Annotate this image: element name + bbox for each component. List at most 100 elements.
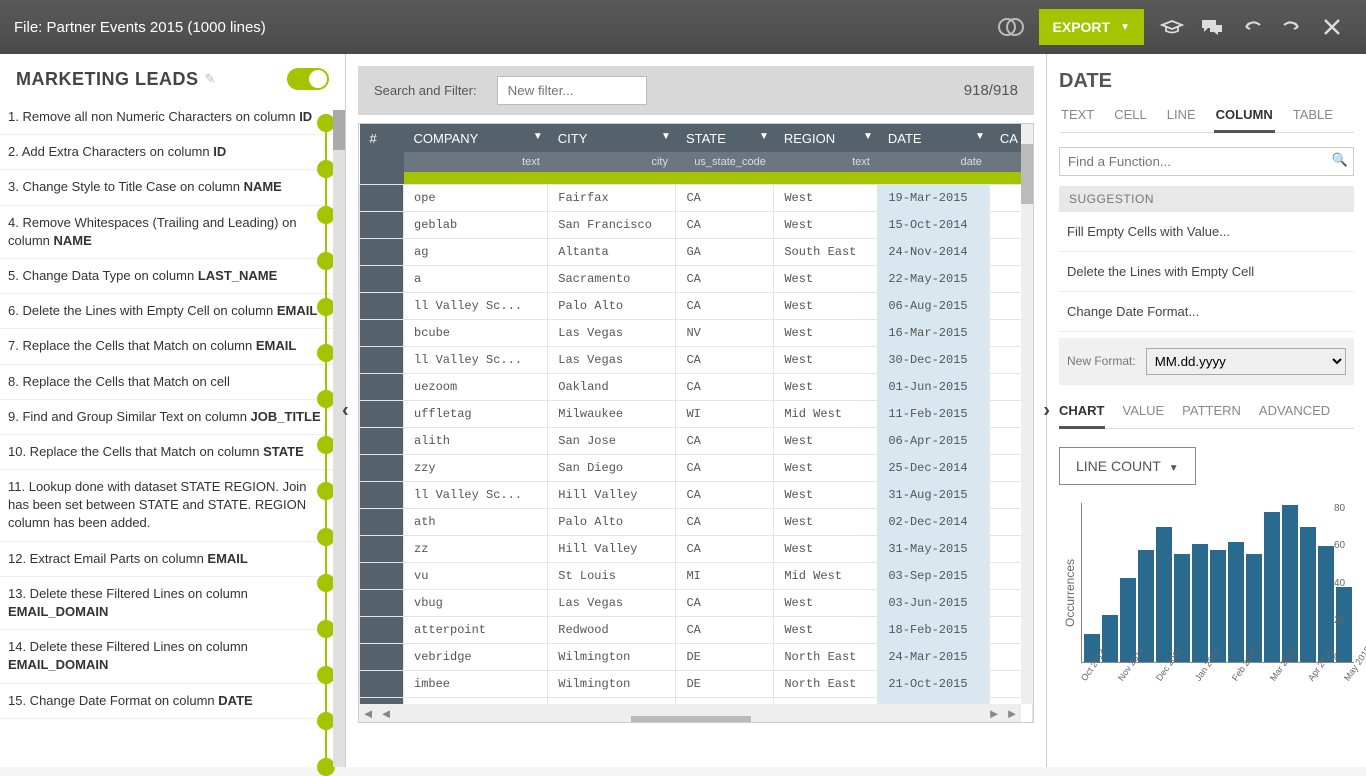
recipe-step[interactable]: 15. Change Date Format on column DATE — [0, 684, 335, 719]
recipe-toggle[interactable] — [287, 68, 329, 90]
recipe-step[interactable]: 6. Delete the Lines with Empty Cell on c… — [0, 294, 335, 329]
close-icon[interactable] — [1312, 7, 1352, 47]
undo-icon[interactable] — [1232, 7, 1272, 47]
column-header[interactable]: # — [360, 124, 404, 152]
recipe-step[interactable]: 4. Remove Whitespaces (Trailing and Lead… — [0, 206, 335, 259]
table-row[interactable]: uffletagMilwaukeeWIMid West11-Feb-2015 — [360, 400, 1033, 427]
scope-tab[interactable]: CELL — [1112, 103, 1149, 132]
column-menu-icon[interactable]: ▼ — [661, 131, 671, 142]
chart-tab[interactable]: CHART — [1059, 399, 1105, 429]
table-row[interactable]: geblabSan FranciscoCAWest15-Oct-2014 — [360, 211, 1033, 238]
recipe-step[interactable]: 2. Add Extra Characters on column ID — [0, 135, 335, 170]
chart-ytick: 60 — [1334, 540, 1354, 551]
chart-tab[interactable]: VALUE — [1123, 399, 1165, 428]
chart-ytick: 20 — [1334, 615, 1354, 626]
filter-input[interactable] — [497, 76, 647, 105]
chart-bar — [1228, 542, 1244, 662]
scope-tab[interactable]: TEXT — [1059, 103, 1096, 132]
venn-icon[interactable] — [991, 7, 1031, 47]
recipe-step[interactable]: 5. Change Data Type on column LAST_NAME — [0, 259, 335, 294]
graduation-icon[interactable] — [1152, 7, 1192, 47]
chat-icon[interactable] — [1192, 7, 1232, 47]
recipe-step[interactable]: 1. Remove all non Numeric Characters on … — [0, 100, 335, 135]
scope-tab[interactable]: TABLE — [1291, 103, 1335, 132]
column-header[interactable]: CITY▼ — [548, 124, 676, 152]
chart-metric-button[interactable]: LINE COUNT▼ — [1059, 447, 1196, 485]
table-row[interactable]: alithSan JoseCAWest06-Apr-2015 — [360, 427, 1033, 454]
format-select[interactable]: MM.dd.yyyy — [1146, 348, 1346, 375]
table-row[interactable]: aSacramentoCAWest22-May-2015 — [360, 265, 1033, 292]
suggestion-item[interactable]: Fill Empty Cells with Value... — [1059, 212, 1354, 252]
chart-bar — [1156, 527, 1172, 662]
column-header[interactable]: REGION▼ — [774, 124, 878, 152]
recipe-step[interactable]: 12. Extract Email Parts on column EMAIL — [0, 542, 335, 577]
table-row[interactable]: vebridgeWilmingtonDENorth East24-Mar-201… — [360, 643, 1033, 670]
table-row[interactable]: agAltantaGASouth East24-Nov-2014 — [360, 238, 1033, 265]
recipe-step[interactable]: 8. Replace the Cells that Match on cell — [0, 365, 335, 400]
search-icon[interactable]: 🔍 — [1332, 152, 1348, 168]
file-title: File: Partner Events 2015 (1000 lines) — [14, 19, 991, 36]
column-menu-icon[interactable]: ▼ — [533, 131, 543, 142]
chart-ylabel: Occurrences — [1059, 503, 1081, 683]
scope-tab[interactable]: COLUMN — [1214, 103, 1275, 133]
table-row[interactable]: uezoomOaklandCAWest01-Jun-2015 — [360, 373, 1033, 400]
table-hscroll[interactable]: ◄ ◄ ► ► — [359, 704, 1021, 722]
table-vscroll[interactable] — [1021, 124, 1033, 704]
table-row[interactable]: zzySan DiegoCAWest25-Dec-2014 — [360, 454, 1033, 481]
column-menu-icon[interactable]: ▼ — [759, 131, 769, 142]
table-row[interactable]: bcubeLas VegasNVWest16-Mar-2015 — [360, 319, 1033, 346]
chart-tab[interactable]: ADVANCED — [1259, 399, 1330, 428]
suggestion-item[interactable]: Change Date Format... — [1059, 292, 1354, 332]
collapse-right-icon[interactable]: › — [1043, 399, 1050, 422]
table-row[interactable]: athPalo AltoCAWest02-Dec-2014 — [360, 508, 1033, 535]
chart-bar — [1192, 544, 1208, 662]
recipe-step[interactable]: 3. Change Style to Title Case on column … — [0, 170, 335, 205]
collapse-left-icon[interactable]: ‹ — [342, 399, 349, 422]
export-button[interactable]: EXPORT▼ — [1039, 9, 1144, 45]
column-menu-icon[interactable]: ▼ — [975, 131, 985, 142]
column-type: date — [878, 152, 990, 172]
chart-tab[interactable]: PATTERN — [1182, 399, 1241, 428]
column-header[interactable]: DATE▼ — [878, 124, 990, 152]
recipe-step[interactable]: 11. Lookup done with dataset STATE REGIO… — [0, 470, 335, 542]
scope-tab[interactable]: LINE — [1165, 103, 1198, 132]
suggestion-header: SUGGESTION — [1059, 186, 1354, 212]
recipe-step[interactable]: 9. Find and Group Similar Text on column… — [0, 400, 335, 435]
chart-ytick: 0 — [1334, 652, 1354, 663]
chart-tabs: CHART VALUE PATTERN ADVANCED — [1059, 399, 1354, 429]
left-scrollbar[interactable] — [333, 110, 345, 767]
table-row[interactable]: ll Valley Sc...Hill ValleyCAWest31-Aug-2… — [360, 481, 1033, 508]
table-row[interactable]: ll Valley Sc...Palo AltoCAWest06-Aug-201… — [360, 292, 1033, 319]
redo-icon[interactable] — [1272, 7, 1312, 47]
chart-bar — [1246, 554, 1262, 662]
recipe-step[interactable]: 14. Delete these Filtered Lines on colum… — [0, 630, 335, 683]
scroll-right-icon[interactable]: ► — [985, 706, 1003, 721]
table-row[interactable]: atterpointRedwoodCAWest18-Feb-2015 — [360, 616, 1033, 643]
edit-icon[interactable]: ✎ — [205, 71, 216, 87]
recipe-step[interactable]: 10. Replace the Cells that Match on colu… — [0, 435, 335, 470]
table-row[interactable]: ll Valley Sc...Las VegasCAWest30-Dec-201… — [360, 346, 1033, 373]
recipe-panel: MARKETING LEADS ✎ 1. Remove all non Nume… — [0, 54, 346, 767]
table-row[interactable]: imbeeWilmingtonDENorth East21-Oct-2015 — [360, 670, 1033, 697]
scope-tabs: TEXT CELL LINE COLUMN TABLE — [1059, 103, 1354, 133]
table-row[interactable]: vbugLas VegasCAWest03-Jun-2015 — [360, 589, 1033, 616]
chevron-down-icon: ▼ — [1120, 22, 1130, 33]
column-header[interactable]: COMPANY▼ — [404, 124, 548, 152]
column-menu-icon[interactable]: ▼ — [863, 131, 873, 142]
table-row[interactable]: vuSt LouisMIMid West03-Sep-2015 — [360, 562, 1033, 589]
scroll-left-icon[interactable]: ◄ — [359, 706, 377, 721]
suggestion-item[interactable]: Delete the Lines with Empty Cell — [1059, 252, 1354, 292]
scroll-left-icon-2[interactable]: ◄ — [377, 706, 395, 721]
table-row[interactable]: zzHill ValleyCAWest31-May-2015 — [360, 535, 1033, 562]
recipe-step[interactable]: 13. Delete these Filtered Lines on colum… — [0, 577, 335, 630]
chart-ytick: 40 — [1334, 578, 1354, 589]
table-row[interactable]: opeFairfaxCAWest19-Mar-2015 — [360, 184, 1033, 211]
scroll-right-icon-2[interactable]: ► — [1003, 706, 1021, 721]
search-bar: Search and Filter: 918/918 — [358, 66, 1034, 115]
column-type: us_state_code — [676, 152, 774, 172]
row-count: 918/918 — [964, 82, 1018, 99]
function-search-input[interactable] — [1059, 147, 1354, 176]
column-header[interactable]: STATE▼ — [676, 124, 774, 152]
recipe-step[interactable]: 7. Replace the Cells that Match on colum… — [0, 329, 335, 364]
column-type: city — [548, 152, 676, 172]
